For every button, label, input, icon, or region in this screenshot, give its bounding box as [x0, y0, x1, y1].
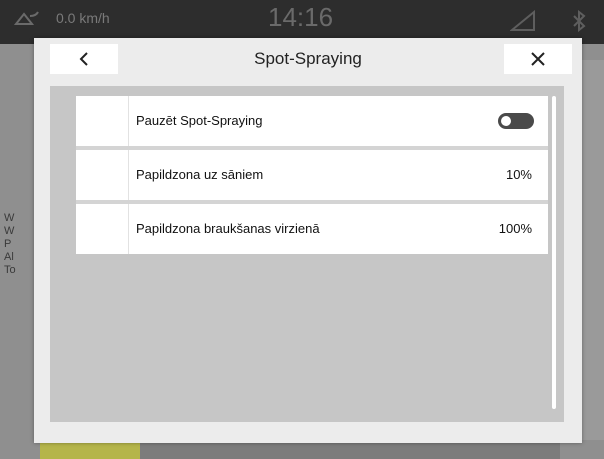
settings-list: Pauzēt Spot-Spraying Papildzona uz sānie…	[76, 96, 548, 254]
clock: 14:16	[268, 2, 334, 32]
close-button[interactable]	[504, 44, 572, 74]
setting-value: 100%	[498, 221, 532, 236]
pause-toggle[interactable]	[498, 113, 534, 129]
row-icon-cell	[76, 96, 129, 146]
back-button[interactable]	[50, 44, 118, 74]
setting-row-pause-spot-spraying[interactable]: Pauzēt Spot-Spraying	[76, 96, 548, 150]
chevron-left-icon	[79, 52, 88, 66]
setting-row-side-zone[interactable]: Papildzona uz sāniem 10%	[76, 150, 548, 204]
bluetooth-icon	[573, 10, 586, 32]
background-side-panel	[582, 60, 604, 440]
spot-spraying-dialog: Spot-Spraying Pauzēt Spot-Spraying Papil…	[34, 38, 582, 443]
row-icon-cell	[76, 204, 129, 254]
setting-label: Papildzona uz sāniem	[136, 167, 264, 182]
settings-panel: Pauzēt Spot-Spraying Papildzona uz sānie…	[50, 86, 564, 422]
dialog-header: Spot-Spraying	[34, 38, 582, 84]
setting-label: Pauzēt Spot-Spraying	[136, 113, 263, 128]
setting-row-driving-direction-zone[interactable]: Papildzona braukšanas virzienā 100%	[76, 204, 548, 254]
toggle-knob	[501, 116, 511, 126]
dialog-title: Spot-Spraying	[254, 49, 362, 68]
setting-value: 10%	[505, 167, 532, 182]
gps-icon	[14, 11, 39, 25]
speed-readout: 0.0 km/h	[56, 10, 110, 26]
scrollbar[interactable]	[552, 96, 556, 409]
setting-label: Papildzona braukšanas virzienā	[136, 221, 320, 236]
signal-icon	[510, 10, 535, 31]
row-icon-cell	[76, 150, 129, 200]
close-icon	[531, 52, 545, 66]
